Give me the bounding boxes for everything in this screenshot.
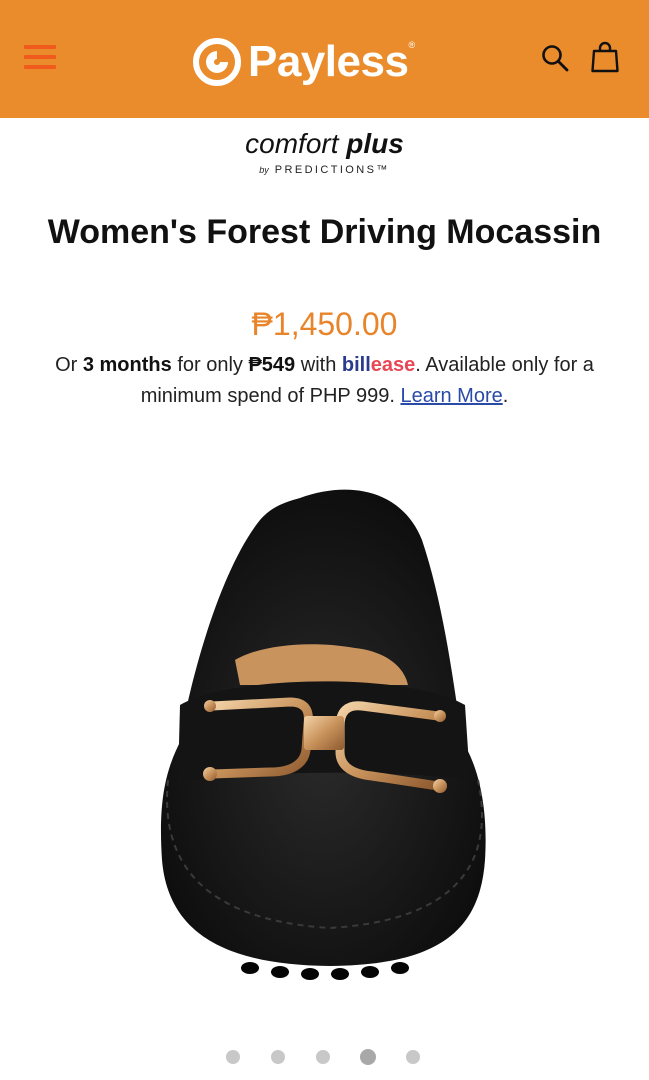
search-icon[interactable] [540, 43, 570, 73]
carousel-dot[interactable] [316, 1050, 330, 1064]
brand-by: by [259, 165, 269, 175]
payless-logo-mark-icon [193, 38, 241, 86]
payless-logo[interactable]: Payless ® [192, 34, 415, 90]
installment-end: . [502, 385, 509, 407]
brand-name: comfort plus [0, 130, 649, 158]
hamburger-menu-icon[interactable] [24, 43, 58, 71]
billease-logo: billease [342, 354, 415, 376]
shopping-bag-icon[interactable] [590, 40, 620, 74]
carousel-dot[interactable] [406, 1050, 420, 1064]
brand-sub-name: PREDICTIONS™ [274, 164, 390, 176]
carousel-dot[interactable] [226, 1050, 240, 1064]
installment-with: with [300, 354, 337, 376]
brand-name-light: comfort [245, 128, 339, 159]
installment-for-only: for only [177, 354, 243, 376]
carousel-dot[interactable] [271, 1050, 285, 1064]
carousel-dot-active[interactable] [360, 1049, 376, 1065]
installment-or: Or [55, 354, 78, 376]
brand-name-bold: plus [346, 128, 404, 159]
installment-amount: ₱549 [248, 354, 296, 376]
product-image-loafer[interactable] [140, 480, 510, 980]
site-header: Payless ® [0, 0, 649, 118]
learn-more-link[interactable]: Learn More [400, 385, 502, 407]
billease-bill: bill [341, 354, 371, 376]
product-title: Women's Forest Driving Mocassin [47, 213, 602, 251]
billease-ease: ease [370, 354, 416, 376]
installment-months: 3 months [82, 354, 172, 376]
carousel-indicators [0, 1048, 649, 1068]
logo-text: Payless [248, 37, 409, 86]
product-price: ₱1,450.00 [251, 306, 398, 342]
registered-mark: ® [408, 40, 416, 50]
brand-subline: by PREDICTIONS™ [0, 164, 649, 176]
installment-note: Or 3 months for only ₱549 with billease.… [20, 350, 629, 412]
brand-logo: comfort plus by PREDICTIONS™ [0, 130, 649, 177]
